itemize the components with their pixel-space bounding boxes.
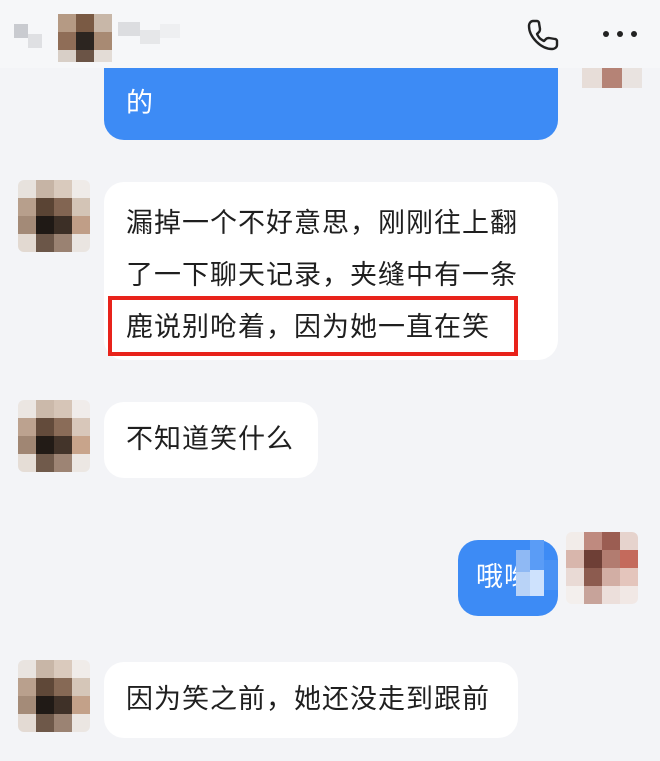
message-bubble[interactable]: 的 <box>104 68 558 140</box>
chat-header <box>0 0 660 68</box>
more-horizontal-icon[interactable] <box>600 24 640 44</box>
avatar[interactable] <box>18 660 90 732</box>
avatar[interactable] <box>18 180 90 252</box>
avatar[interactable] <box>566 532 638 604</box>
message-text: 的 <box>126 88 154 119</box>
message-text-line: 漏掉一个不好意思，刚刚往上翻 <box>126 208 518 239</box>
message-text: 不知道笑什么 <box>126 424 294 455</box>
message-bubble[interactable]: 不知道笑什么 <box>104 402 318 478</box>
message-text-line: 了一下聊天记录，夹缝中有一条 <box>126 260 518 291</box>
avatar[interactable] <box>582 68 642 88</box>
message-bubble[interactable]: 因为笑之前，她还没走到跟前 <box>104 662 518 738</box>
highlight-box <box>108 296 518 356</box>
avatar[interactable] <box>18 400 90 472</box>
phone-icon[interactable] <box>524 16 562 54</box>
message-text: 因为笑之前，她还没走到跟前 <box>126 684 490 715</box>
censor-mosaic <box>516 540 558 616</box>
